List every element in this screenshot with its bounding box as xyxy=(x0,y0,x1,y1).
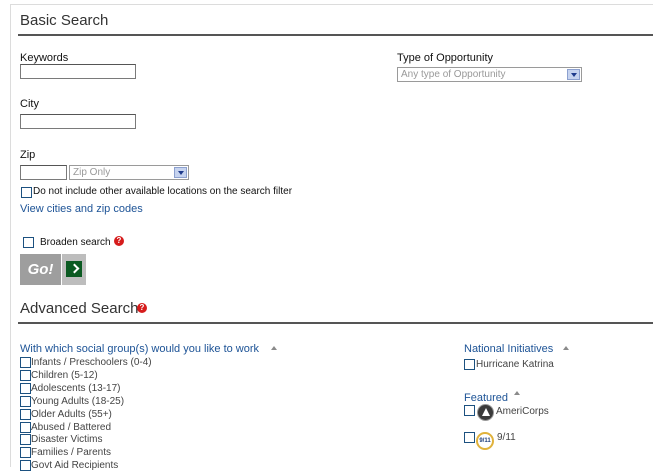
collapse-arrow-icon[interactable] xyxy=(514,391,520,395)
social-group-label: Abused / Battered xyxy=(31,422,112,433)
social-group-label: Adolescents (13-17) xyxy=(31,383,121,394)
city-input[interactable] xyxy=(20,114,136,129)
social-group-checkbox[interactable] xyxy=(20,383,31,394)
keywords-label: Keywords xyxy=(20,52,69,64)
exclude-locations-checkbox[interactable] xyxy=(21,187,32,198)
exclude-locations-label: Do not include other available locations… xyxy=(33,186,293,197)
type-of-opportunity-value: Any type of Opportunity xyxy=(401,69,506,80)
basic-search-title: Basic Search xyxy=(20,12,109,29)
americorps-logo-icon xyxy=(477,404,494,421)
social-group-label: Disaster Victims xyxy=(31,434,103,445)
keywords-input[interactable] xyxy=(20,64,136,79)
collapse-arrow-icon[interactable] xyxy=(563,346,569,350)
view-cities-link[interactable]: View cities and zip codes xyxy=(20,203,143,215)
arrow-right-icon xyxy=(66,261,82,277)
advanced-search-divider xyxy=(18,322,653,324)
social-group-checkbox[interactable] xyxy=(20,357,31,368)
social-group-label: Young Adults (18-25) xyxy=(31,396,125,407)
social-group-label: Children (5-12) xyxy=(31,370,98,381)
social-group-checkbox[interactable] xyxy=(20,370,31,381)
social-group-label: Older Adults (55+) xyxy=(31,409,112,420)
zip-label: Zip xyxy=(20,149,36,161)
americorps-checkbox[interactable] xyxy=(464,405,475,416)
zip-input[interactable] xyxy=(20,165,67,180)
social-group-checkbox[interactable] xyxy=(20,447,31,458)
national-initiatives-heading[interactable]: National Initiatives xyxy=(464,343,553,355)
social-group-checkbox[interactable] xyxy=(20,396,31,407)
help-icon[interactable]: ? xyxy=(114,236,124,246)
social-group-label: Families / Parents xyxy=(31,447,112,458)
advanced-search-title: Advanced Search xyxy=(20,300,139,317)
911-logo-icon: 9/11 xyxy=(476,432,494,450)
type-of-opportunity-select[interactable]: Any type of Opportunity xyxy=(397,67,582,82)
broaden-search-checkbox[interactable] xyxy=(23,237,34,248)
type-of-opportunity-label: Type of Opportunity xyxy=(397,52,493,64)
broaden-search-label: Broaden search xyxy=(40,237,111,248)
social-group-label: Infants / Preschoolers (0-4) xyxy=(31,357,152,368)
hurricane-katrina-label: Hurricane Katrina xyxy=(476,359,554,370)
go-button[interactable]: Go! xyxy=(20,254,61,285)
hurricane-katrina-checkbox[interactable] xyxy=(464,359,475,370)
zip-scope-select[interactable]: Zip Only xyxy=(69,165,189,180)
help-icon[interactable]: ? xyxy=(137,303,147,313)
city-label: City xyxy=(20,98,39,110)
911-label: 9/11 xyxy=(497,432,516,443)
basic-search-divider xyxy=(18,34,653,36)
911-checkbox[interactable] xyxy=(464,432,475,443)
chevron-down-icon xyxy=(174,167,187,178)
zip-scope-value: Zip Only xyxy=(73,167,111,178)
social-group-checkbox[interactable] xyxy=(20,434,31,445)
featured-heading[interactable]: Featured xyxy=(464,392,508,404)
americorps-label: AmeriCorps xyxy=(496,406,549,417)
chevron-down-icon xyxy=(567,69,580,80)
social-groups-heading[interactable]: With which social group(s) would you lik… xyxy=(20,343,259,355)
go-arrow-button[interactable] xyxy=(62,254,86,285)
social-group-checkbox[interactable] xyxy=(20,409,31,420)
social-group-checkbox[interactable] xyxy=(20,422,31,433)
collapse-arrow-icon[interactable] xyxy=(271,346,277,350)
